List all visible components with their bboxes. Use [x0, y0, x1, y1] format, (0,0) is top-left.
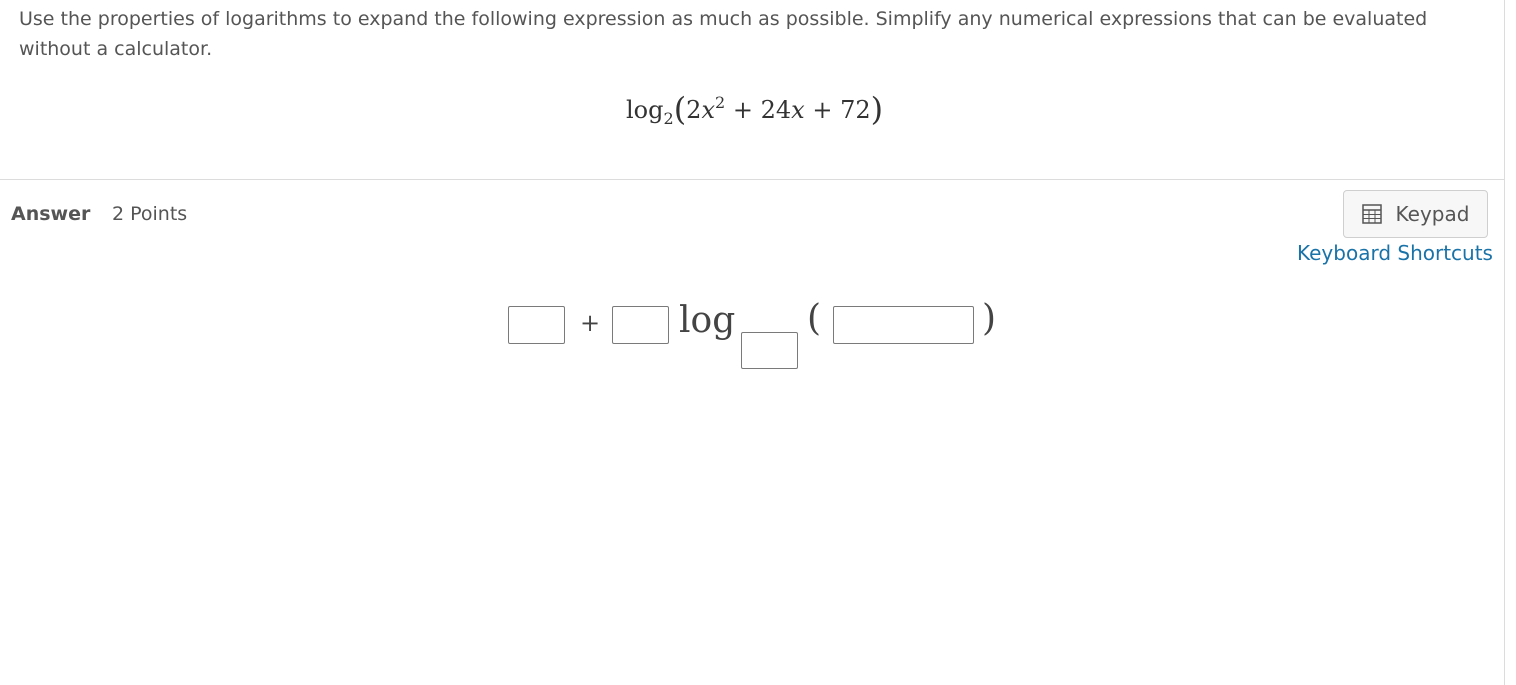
- section-divider: [0, 179, 1504, 180]
- question-expression: log2(2x2 + 24x + 72): [626, 88, 883, 128]
- answer-box-argument[interactable]: [833, 306, 974, 344]
- answer-open-paren: (: [807, 298, 822, 339]
- log-text: log: [626, 96, 664, 124]
- points-label: 2 Points: [112, 203, 188, 225]
- log-base: 2: [663, 109, 674, 128]
- term2-var: x: [791, 96, 805, 124]
- open-paren: (: [673, 90, 687, 128]
- answer-label: Answer: [11, 203, 91, 225]
- question-prompt: Use the properties of logarithms to expa…: [19, 8, 1428, 60]
- term1-exp: 2: [715, 93, 726, 112]
- right-border: [1504, 0, 1505, 685]
- calculator-icon: [1361, 204, 1382, 224]
- answer-close-paren: ): [982, 298, 997, 339]
- keyboard-shortcuts-link[interactable]: Keyboard Shortcuts: [1297, 241, 1493, 265]
- close-paren: ): [870, 90, 884, 128]
- term1-coef: 2: [686, 96, 702, 124]
- keypad-label: Keypad: [1395, 202, 1470, 226]
- plus-sign: +: [812, 96, 833, 124]
- answer-log-text: log: [679, 300, 736, 341]
- term3: 72: [840, 96, 871, 124]
- keypad-button[interactable]: Keypad: [1343, 190, 1488, 238]
- term2-coef: 24: [760, 96, 792, 124]
- answer-box-coefficient[interactable]: [612, 306, 669, 344]
- term1-var: x: [701, 96, 715, 124]
- answer-box-log-base[interactable]: [741, 332, 798, 369]
- answer-plus-sign: +: [580, 309, 601, 337]
- answer-box-constant[interactable]: [508, 306, 565, 344]
- plus-sign: +: [732, 96, 753, 124]
